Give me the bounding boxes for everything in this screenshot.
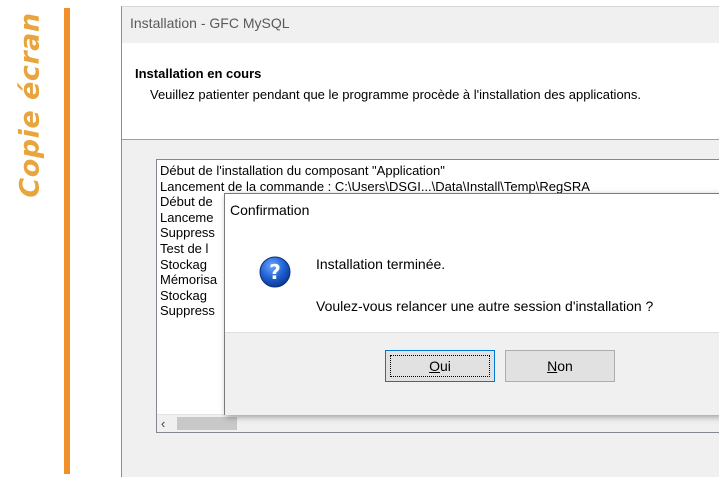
question-icon: ? [259,256,291,288]
dialog-body: ? Installation terminée. Voulez-vous rel… [225,228,719,332]
svg-text:?: ? [269,260,281,284]
log-line: Début de l'installation du composant "Ap… [160,163,445,178]
header-description: Veuillez patienter pendant que le progra… [150,87,642,102]
horizontal-scrollbar[interactable]: ‹ [157,414,719,432]
header-title: Installation en cours [135,66,262,81]
dialog-footer: Oui Non [225,332,719,415]
confirmation-dialog: Confirmation ? Installation terminée. Vo… [224,193,719,415]
dialog-message-line1: Installation terminée. [316,256,446,272]
focus-rectangle [390,355,490,377]
yes-button[interactable]: Oui [385,350,495,382]
side-caption: Copie écran [4,10,56,200]
accent-bar [64,8,70,474]
window-header: Installation en cours Veuillez patienter… [122,43,719,140]
window-title: Installation - GFC MySQL [130,15,290,31]
scroll-left-icon[interactable]: ‹ [161,415,165,432]
no-button-label: Non [547,358,573,374]
dialog-message-line2: Voulez-vous relancer une autre session d… [316,298,654,314]
scrollbar-thumb[interactable] [177,417,237,430]
dialog-titlebar: Confirmation [225,194,719,228]
dialog-title: Confirmation [230,202,310,218]
no-button[interactable]: Non [505,350,615,382]
side-caption-text: Copie écran [14,12,46,198]
log-line: Lancement de la commande : C:\Users\DSGI… [160,178,590,194]
